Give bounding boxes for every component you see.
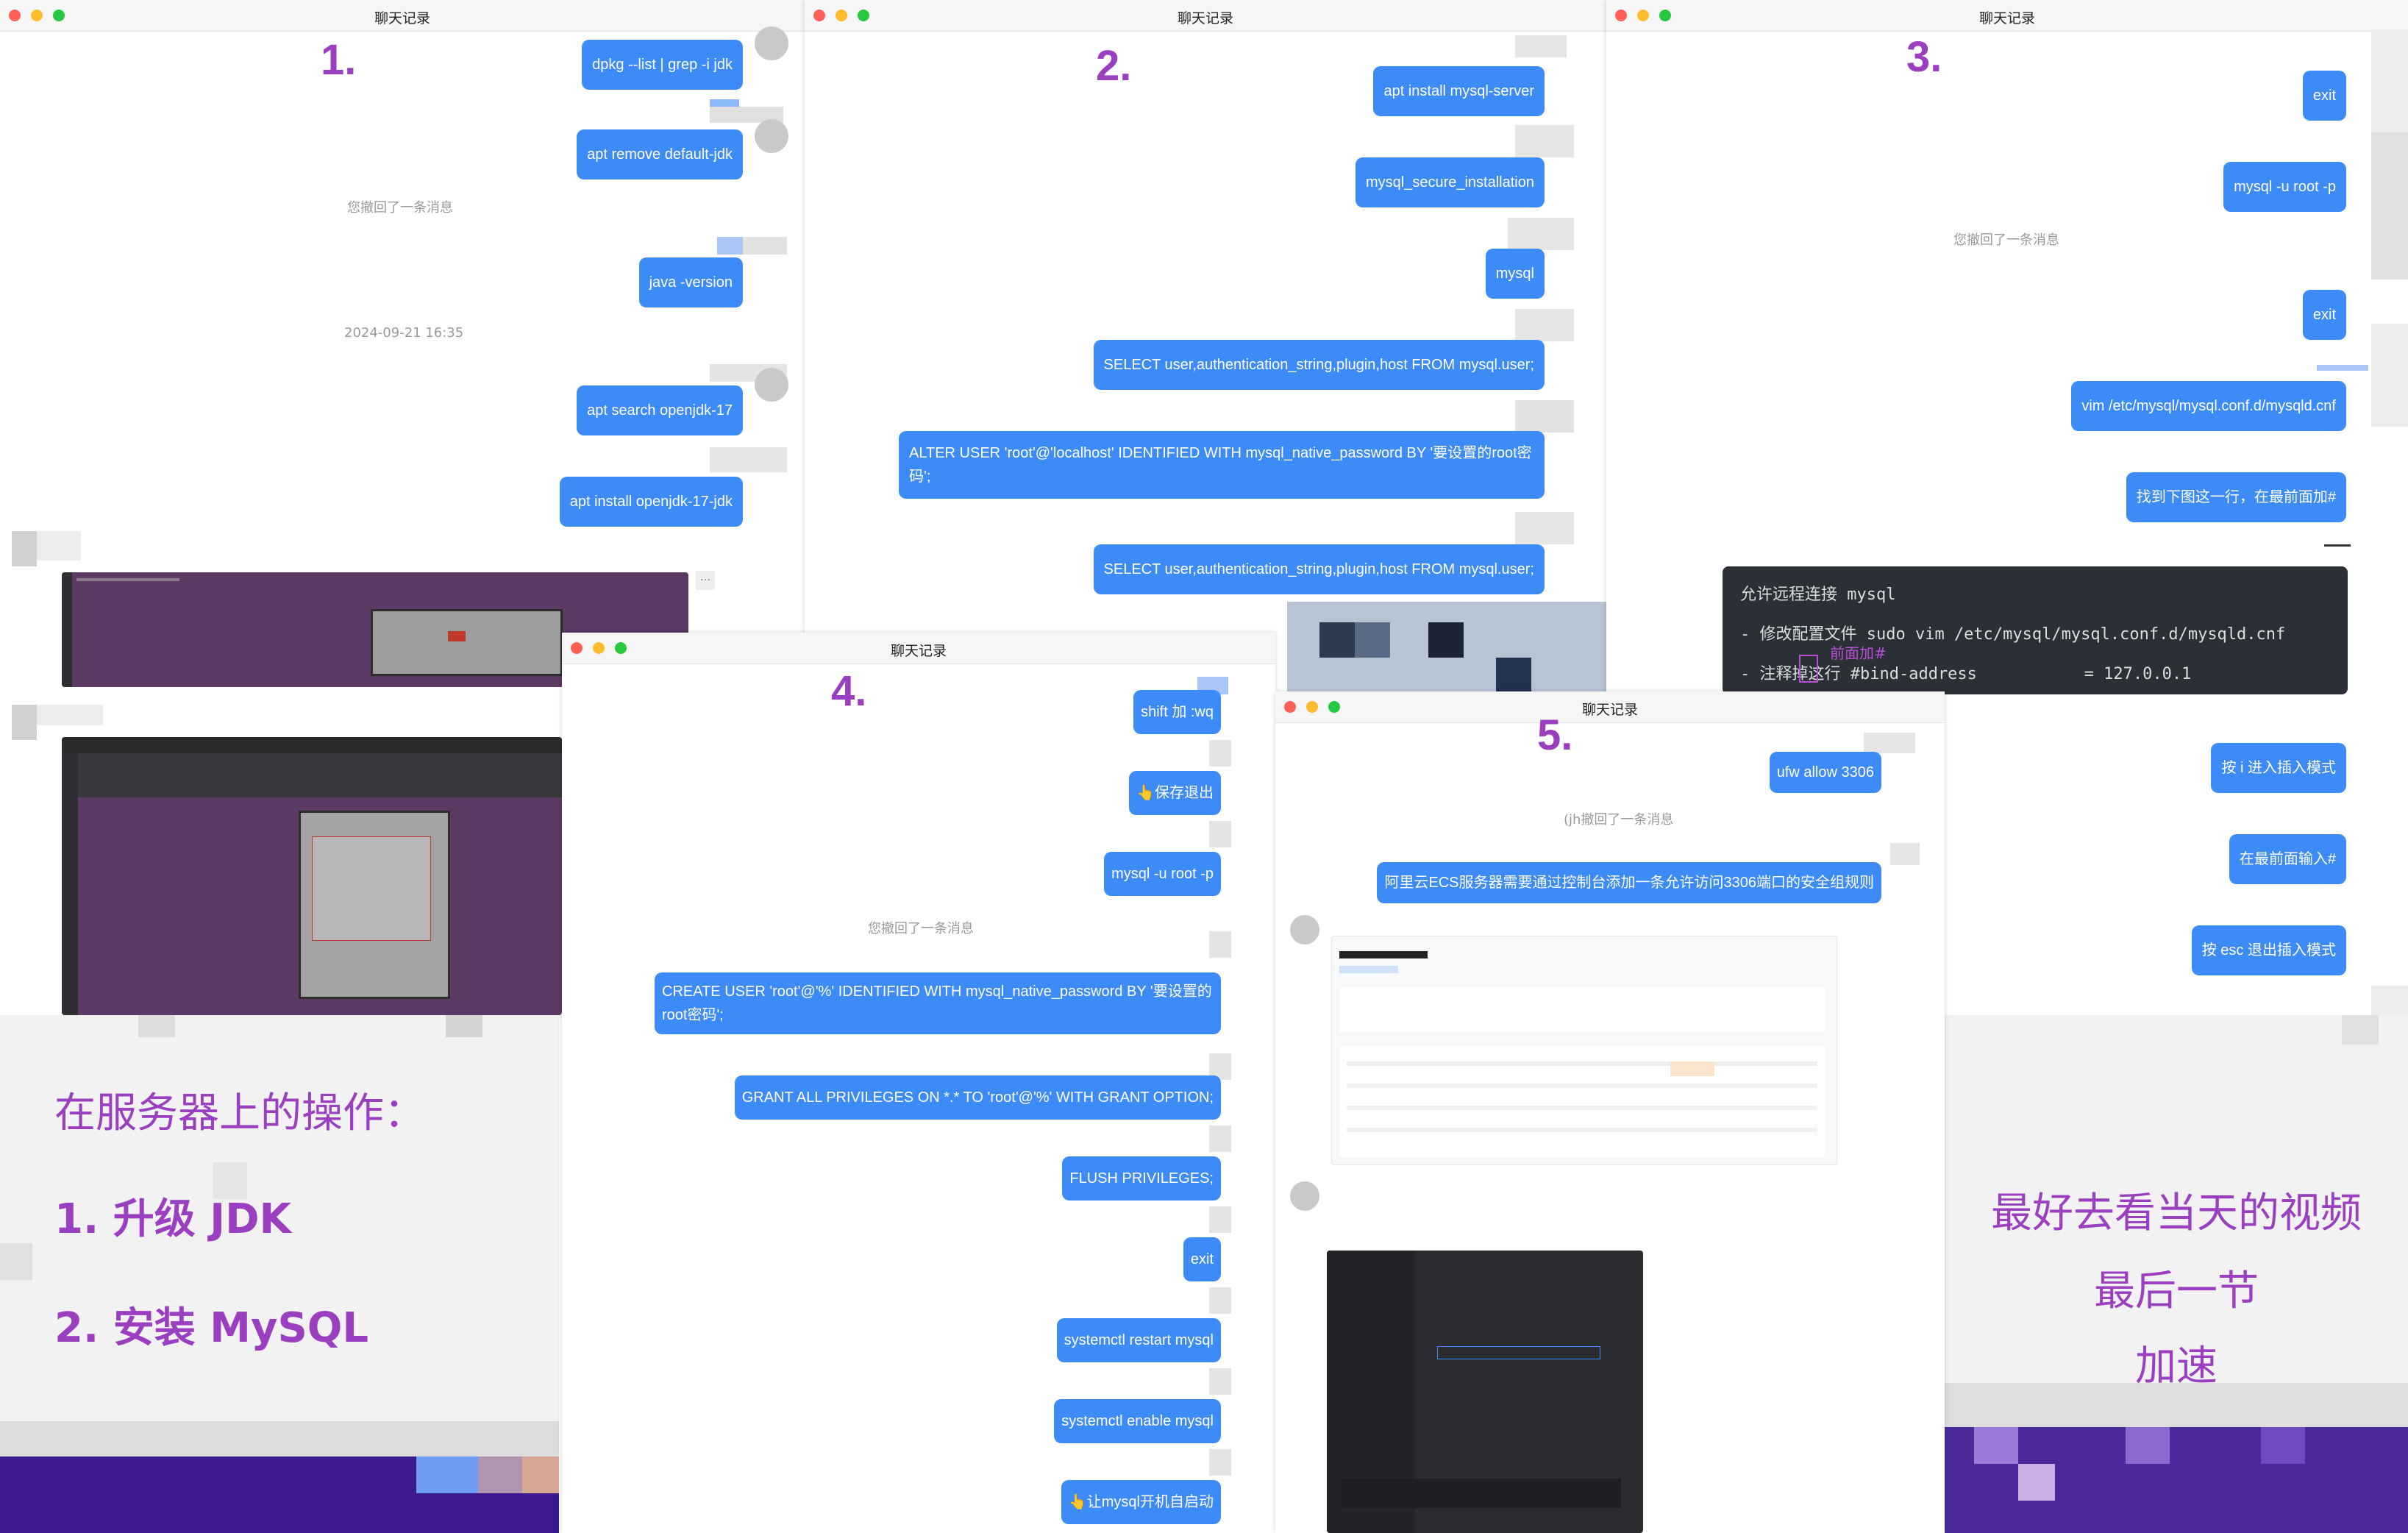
message-bubble[interactable]: SELECT user,authentication_string,plugin… xyxy=(1093,340,1545,390)
terminal-screenshot[interactable] xyxy=(1327,1251,1643,1533)
recall-notice: (jh撤回了一条消息 xyxy=(1564,812,1674,828)
step-number: 2. xyxy=(1096,42,1132,90)
message-bubble[interactable]: exit xyxy=(2302,71,2346,121)
chat-window-2: 聊天记录 2. apt install mysql-server mysql_s… xyxy=(805,0,1606,706)
message-bubble[interactable]: mysql xyxy=(1485,249,1545,299)
message-bubble[interactable]: dpkg --list | grep -i jdk xyxy=(582,40,743,90)
annotation-note: 前面加# xyxy=(1830,644,1887,662)
panel-item: 2. 安装 MySQL xyxy=(54,1304,369,1352)
message-bubble[interactable]: ALTER USER 'root'@'localhost' IDENTIFIED… xyxy=(899,431,1545,499)
message-bubble[interactable]: java -version xyxy=(638,257,743,307)
message-bubble[interactable]: mysql -u root -p xyxy=(2223,162,2346,212)
step-number: 5. xyxy=(1537,711,1573,759)
message-bubble[interactable]: GRANT ALL PRIVILEGES ON *.* TO 'root'@'%… xyxy=(734,1075,1221,1120)
recall-notice: 您撤回了一条消息 xyxy=(1953,232,2059,248)
title-bar: 聊天记录 xyxy=(1606,0,2408,32)
message-bubble[interactable]: 找到下图这一行，在最前面加# xyxy=(2126,472,2346,522)
left-panel: 在服务器上的操作： 1. 升级 JDK 2. 安装 MySQL xyxy=(0,1015,559,1533)
panel-item: 1. 升级 JDK xyxy=(54,1195,291,1243)
code-screenshot[interactable]: 允许远程连接 mysql - 修改配置文件 sudo vim /etc/mysq… xyxy=(1723,566,2348,694)
title-bar: 聊天记录 xyxy=(562,633,1275,664)
message-bubble[interactable]: 阿里云ECS服务器需要通过控制台添加一条允许访问3306端口的安全组规则 xyxy=(1377,862,1881,903)
avatar xyxy=(755,119,788,153)
panel-text: 加速 xyxy=(2135,1342,2218,1390)
message-bubble[interactable]: exit xyxy=(1183,1237,1221,1281)
window-title: 聊天记录 xyxy=(374,10,430,26)
step-number: 4. xyxy=(831,667,867,715)
avatar xyxy=(755,368,788,402)
code-line: 允许远程连接 mysql xyxy=(1740,586,1896,604)
window-title: 聊天记录 xyxy=(1581,702,1638,718)
step-number: 3. xyxy=(1906,33,1942,81)
recall-notice: 您撤回了一条消息 xyxy=(868,921,974,936)
message-bubble[interactable]: shift 加 :wq xyxy=(1133,690,1221,734)
message-bubble[interactable]: 在最前面输入# xyxy=(2229,834,2346,884)
more-options-button[interactable]: ··· xyxy=(696,571,715,590)
message-bubble[interactable]: 按 esc 退出插入模式 xyxy=(2191,925,2346,975)
window-title: 聊天记录 xyxy=(1978,10,2035,26)
panel-text: 最后一节 xyxy=(2094,1267,2259,1315)
title-bar: 聊天记录 xyxy=(0,0,805,32)
timestamp: 2024-09-21 16:35 xyxy=(344,325,464,341)
message-bubble[interactable]: SELECT user,authentication_string,plugin… xyxy=(1093,544,1545,594)
message-bubble[interactable]: 按 i 进入插入模式 xyxy=(2211,743,2346,793)
chat-window-5: 聊天记录 5. ufw allow 3306 (jh撤回了一条消息 阿里云ECS… xyxy=(1275,691,1945,1533)
message-bubble[interactable]: vim /etc/mysql/mysql.conf.d/mysqld.cnf xyxy=(2071,381,2346,431)
window-title: 聊天记录 xyxy=(890,643,947,659)
message-bubble[interactable]: apt install openjdk-17-jdk xyxy=(559,477,743,527)
message-bubble[interactable]: exit xyxy=(2302,290,2346,340)
chat-window-4: 聊天记录 4. shift 加 :wq 👆保存退出 mysql -u root … xyxy=(562,633,1275,1533)
message-bubble[interactable]: apt remove default-jdk xyxy=(577,129,743,179)
message-bubble[interactable]: CREATE USER 'root'@'%' IDENTIFIED WITH m… xyxy=(655,972,1221,1034)
avatar xyxy=(1290,1181,1319,1211)
window-title: 聊天记录 xyxy=(1177,10,1233,26)
message-bubble[interactable]: systemctl enable mysql xyxy=(1054,1399,1221,1443)
title-bar: 聊天记录 xyxy=(1275,691,1945,723)
code-line: - 修改配置文件 sudo vim /etc/mysql/mysql.conf.… xyxy=(1740,625,2286,644)
message-bubble[interactable]: systemctl restart mysql xyxy=(1056,1318,1221,1362)
panel-heading: 在服务器上的操作： xyxy=(54,1089,425,1137)
step-number: 1. xyxy=(321,36,357,84)
terminal-screenshot[interactable] xyxy=(62,737,562,1015)
title-bar: 聊天记录 xyxy=(805,0,1606,32)
message-bubble[interactable]: 👆保存退出 xyxy=(1129,771,1221,815)
recall-notice: 您撤回了一条消息 xyxy=(347,200,453,216)
right-panel: 最好去看当天的视频 最后一节 加速 xyxy=(1945,1015,2408,1533)
message-bubble[interactable]: ufw allow 3306 xyxy=(1769,752,1881,793)
message-bubble[interactable]: apt install mysql-server xyxy=(1373,66,1545,116)
panel-text: 最好去看当天的视频 xyxy=(1991,1189,2362,1237)
message-bubble[interactable]: FLUSH PRIVILEGES; xyxy=(1062,1156,1221,1201)
message-bubble[interactable]: apt search openjdk-17 xyxy=(577,385,743,435)
avatar xyxy=(755,26,788,60)
console-screenshot[interactable] xyxy=(1331,936,1837,1165)
avatar xyxy=(1290,915,1319,945)
message-bubble[interactable]: mysql -u root -p xyxy=(1104,852,1221,896)
message-bubble[interactable]: mysql_secure_installation xyxy=(1355,157,1545,207)
message-bubble[interactable]: 👆让mysql开机自启动 xyxy=(1061,1480,1221,1524)
